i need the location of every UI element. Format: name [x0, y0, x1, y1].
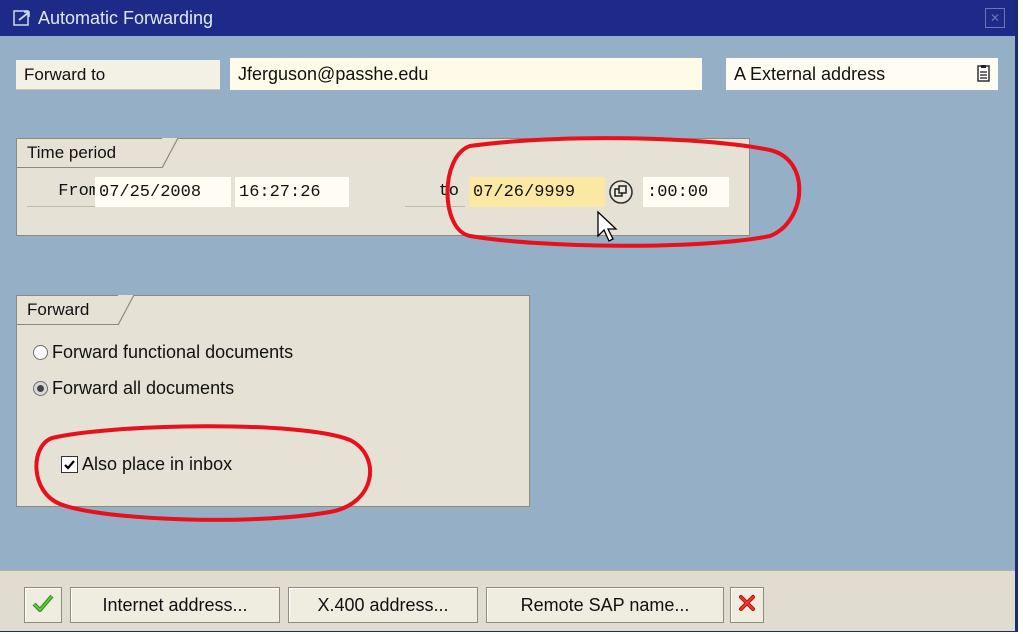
radio-button-selected[interactable] — [33, 381, 48, 396]
internet-address-button[interactable]: Internet address... — [70, 587, 280, 623]
x400-address-button[interactable]: X.400 address... — [288, 587, 478, 623]
automatic-forwarding-dialog: Automatic Forwarding ✕ Forward to Jfergu… — [0, 0, 1018, 632]
to-time-input[interactable]: :00:00 — [643, 177, 729, 207]
window-edit-icon — [10, 6, 34, 30]
to-date-input[interactable]: 07/26/9999 — [469, 177, 605, 207]
forward-group-header: Forward — [16, 295, 134, 325]
forward-to-label: Forward to — [16, 60, 220, 90]
from-label: From — [27, 177, 105, 207]
green-check-icon — [32, 593, 54, 618]
also-place-in-inbox-label: Also place in inbox — [82, 454, 233, 474]
from-date-input[interactable]: 07/25/2008 — [95, 177, 231, 207]
radio-forward-functional[interactable]: Forward functional documents — [33, 342, 293, 363]
close-icon[interactable]: ✕ — [985, 8, 1005, 28]
title-bar: Automatic Forwarding ✕ — [0, 0, 1015, 36]
button-bar: Internet address... X.400 address... Rem… — [0, 570, 1015, 631]
dialog-body: Forward to Jferguson@passhe.edu A Extern… — [0, 36, 1015, 570]
time-period-group-header: Time period — [16, 138, 178, 168]
address-type-value: A External address — [734, 63, 886, 84]
radio-forward-functional-label: Forward functional documents — [52, 342, 294, 362]
also-place-in-inbox-checkbox[interactable]: Also place in inbox — [61, 454, 232, 475]
cancel-button[interactable] — [730, 587, 764, 623]
confirm-button[interactable] — [24, 587, 62, 623]
address-type-select[interactable]: A External address — [726, 58, 998, 90]
dropdown-list-icon[interactable] — [977, 65, 990, 87]
radio-button-unselected[interactable] — [33, 345, 48, 360]
red-x-icon — [738, 594, 756, 617]
possible-entries-icon[interactable] — [607, 179, 639, 205]
time-period-group: Time period From 07/25/2008 16:27:26 to … — [16, 138, 750, 236]
time-period-label: Time period — [27, 143, 117, 162]
from-time-input[interactable]: 16:27:26 — [235, 177, 349, 207]
radio-forward-all[interactable]: Forward all documents — [33, 378, 234, 399]
checkbox-checked-icon[interactable] — [61, 456, 78, 473]
forward-group: Forward Forward functional documents For… — [16, 295, 530, 507]
window-title: Automatic Forwarding — [38, 7, 214, 28]
forward-to-input[interactable]: Jferguson@passhe.edu — [230, 58, 702, 90]
remote-sap-name-button[interactable]: Remote SAP name... — [486, 587, 724, 623]
radio-forward-all-label: Forward all documents — [52, 378, 235, 398]
forward-group-label: Forward — [27, 300, 90, 319]
to-label: to — [405, 177, 465, 207]
